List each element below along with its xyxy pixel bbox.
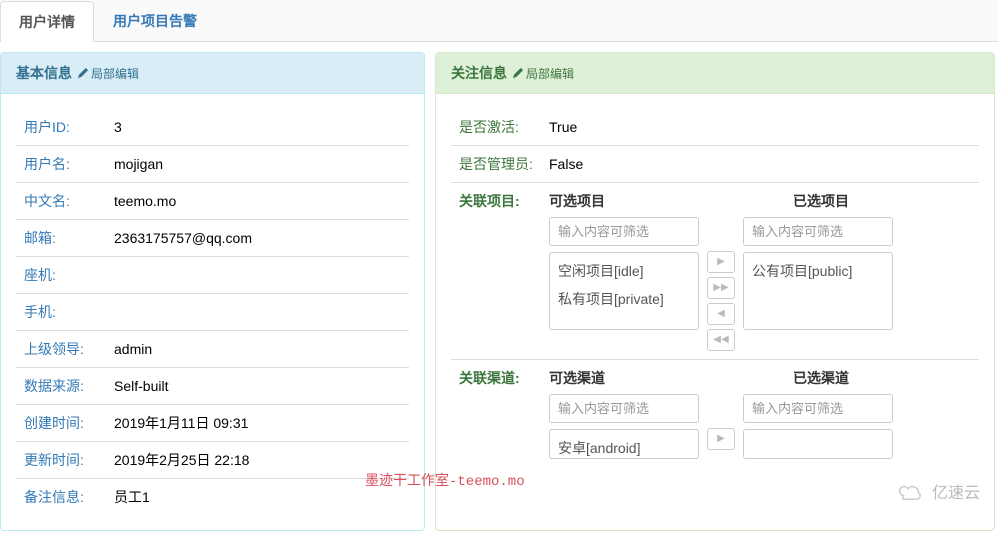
value-username: mojigan: [106, 146, 409, 183]
proj-sel-list[interactable]: 公有项目[public]: [743, 252, 893, 330]
label-admin: 是否管理员:: [451, 146, 541, 183]
basic-info-panel: 基本信息 局部编辑 用户ID:3 用户名:mojigan 中文名:teemo.m…: [0, 52, 425, 531]
move-all-left-button[interactable]: ◀◀: [707, 329, 735, 351]
value-active: True: [541, 109, 979, 146]
brand-logo: 亿速云: [896, 479, 980, 503]
cloud-icon: [896, 482, 926, 500]
label-landline: 座机:: [16, 257, 106, 294]
follow-info-table: 是否激活:True 是否管理员:False 关联项目: 可选项目 已选项目: [451, 109, 979, 467]
chan-sel-list[interactable]: [743, 429, 893, 459]
value-remark: 员工1: [106, 479, 409, 516]
follow-info-edit-link[interactable]: 局部编辑: [513, 65, 574, 82]
list-item[interactable]: 私有项目[private]: [550, 285, 698, 313]
label-created: 创建时间:: [16, 405, 106, 442]
basic-info-title: 基本信息: [16, 63, 72, 83]
label-assoc-channel: 关联渠道:: [451, 360, 541, 468]
label-user-id: 用户ID:: [16, 109, 106, 146]
value-updated: 2019年2月25日 22:18: [106, 442, 409, 479]
chan-avail-list[interactable]: 安卓[android]: [549, 429, 699, 459]
value-email: 2363175757@qq.com: [106, 220, 409, 257]
label-updated: 更新时间:: [16, 442, 106, 479]
value-user-id: 3: [106, 109, 409, 146]
follow-info-panel: 关注信息 局部编辑 是否激活:True 是否管理员:False 关联项目: 可选…: [435, 52, 995, 531]
chan-sel-head: 已选渠道: [793, 368, 849, 388]
tab-bar: 用户详情 用户项目告警: [0, 0, 998, 42]
move-right-button[interactable]: ▶: [707, 251, 735, 273]
value-mobile: [106, 294, 409, 331]
proj-avail-filter-input[interactable]: [549, 217, 699, 246]
proj-avail-list[interactable]: 空闲项目[idle] 私有项目[private]: [549, 252, 699, 330]
chan-avail-head: 可选渠道: [549, 368, 605, 388]
value-created: 2019年1月11日 09:31: [106, 405, 409, 442]
list-item[interactable]: 公有项目[public]: [744, 257, 892, 285]
basic-info-edit-link[interactable]: 局部编辑: [78, 65, 139, 82]
label-source: 数据来源:: [16, 368, 106, 405]
tab-user-detail[interactable]: 用户详情: [0, 1, 94, 42]
value-landline: [106, 257, 409, 294]
watermark-text: 墨迹干工作室-teemo.mo: [365, 470, 525, 490]
chan-avail-filter-input[interactable]: [549, 394, 699, 423]
label-username: 用户名:: [16, 146, 106, 183]
label-cn-name: 中文名:: [16, 183, 106, 220]
value-leader: admin: [106, 331, 409, 368]
list-item[interactable]: 空闲项目[idle]: [550, 257, 698, 285]
move-left-button[interactable]: ◀: [707, 303, 735, 325]
pencil-icon: [78, 68, 88, 78]
label-mobile: 手机:: [16, 294, 106, 331]
proj-sel-filter-input[interactable]: [743, 217, 893, 246]
value-cn-name: teemo.mo: [106, 183, 409, 220]
label-assoc-project: 关联项目:: [451, 183, 541, 360]
chan-sel-filter-input[interactable]: [743, 394, 893, 423]
proj-avail-head: 可选项目: [549, 191, 605, 211]
list-item[interactable]: 安卓[android]: [550, 434, 698, 459]
pencil-icon: [513, 68, 523, 78]
label-email: 邮箱:: [16, 220, 106, 257]
move-right-button[interactable]: ▶: [707, 428, 735, 450]
label-remark: 备注信息:: [16, 479, 106, 516]
basic-info-table: 用户ID:3 用户名:mojigan 中文名:teemo.mo 邮箱:23631…: [16, 109, 409, 515]
tab-user-project-alarm[interactable]: 用户项目告警: [94, 0, 216, 41]
move-all-right-button[interactable]: ▶▶: [707, 277, 735, 299]
proj-sel-head: 已选项目: [793, 191, 849, 211]
label-active: 是否激活:: [451, 109, 541, 146]
label-leader: 上级领导:: [16, 331, 106, 368]
value-admin: False: [541, 146, 979, 183]
follow-info-title: 关注信息: [451, 63, 507, 83]
value-source: Self-built: [106, 368, 409, 405]
